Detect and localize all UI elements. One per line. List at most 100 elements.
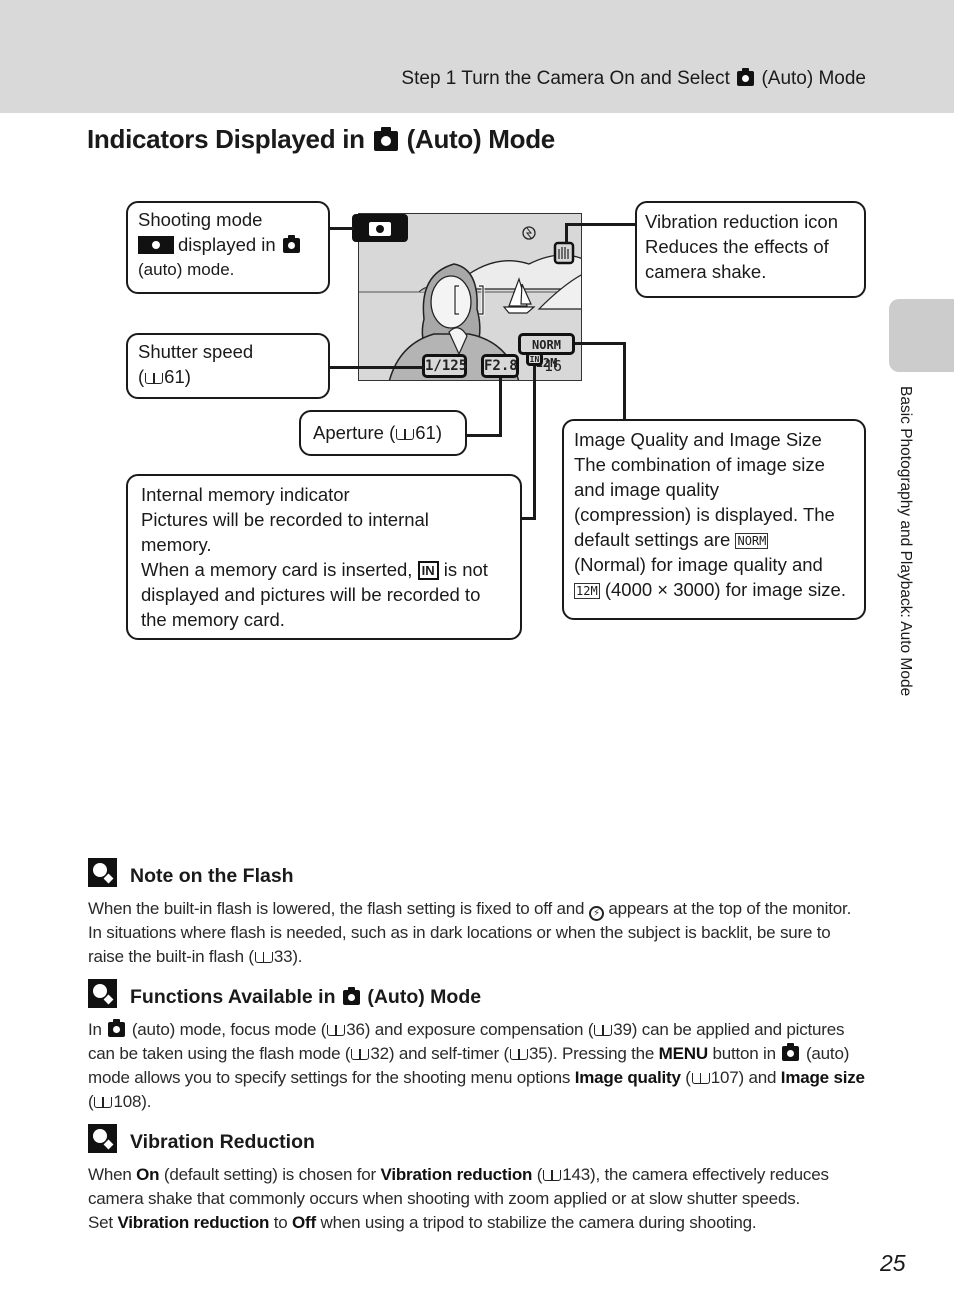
text-run: 108). — [113, 1092, 152, 1111]
book-reference-icon — [351, 1049, 370, 1060]
callout-text-part: (4000 × 3000) for image size. — [604, 579, 846, 600]
note-icon — [88, 979, 117, 1008]
page-reference: 33). — [273, 947, 303, 966]
callout-text-part: Aperture ( — [313, 422, 396, 443]
callout-internal-memory: Internal memory indicator Pictures will … — [126, 474, 522, 640]
internal-memory-icon: IN — [417, 561, 439, 580]
camera-auto-icon — [373, 127, 398, 151]
page-title: Indicators Displayed in (Auto) Mode — [87, 124, 555, 155]
page-reference: 61) — [164, 366, 191, 387]
callout-text: (auto) mode. — [138, 260, 235, 279]
camera-auto-icon — [782, 1043, 800, 1061]
running-head-text: Step 1 Turn the Camera On and Select — [401, 68, 730, 89]
book-reference-icon — [94, 1097, 113, 1108]
callout-text: Image Quality and Image Size — [574, 429, 822, 450]
page-title-mode: (Auto) Mode — [406, 124, 556, 154]
note-title: Note on the Flash — [130, 865, 294, 887]
book-reference-icon — [691, 1073, 710, 1084]
callout-text: Reduces the effects of — [645, 236, 829, 257]
callout-text: Aperture ( 61) — [313, 420, 455, 445]
note-body-functions: In (auto) mode, focus mode ( 36) and expo… — [88, 1018, 868, 1114]
connector-line — [533, 366, 536, 520]
note-paragraph: When On (default setting) is chosen for … — [88, 1163, 868, 1211]
callout-text: displayed and pictures will be recorded … — [141, 584, 481, 605]
callout-text: Shutter speed — [138, 341, 254, 362]
page-title-text: Indicators Displayed in — [87, 124, 365, 154]
callout-text-part: When a memory card is inserted, — [141, 559, 413, 580]
note-title: Vibration Reduction — [130, 1131, 315, 1153]
shooting-mode-icon — [138, 236, 174, 254]
chapter-tab — [889, 299, 954, 372]
note-icon — [88, 1124, 117, 1153]
text-run: to — [273, 1213, 288, 1232]
text-run: 35). Pressing the — [529, 1044, 655, 1063]
camera-auto-icon — [737, 68, 755, 86]
callout-text: Internal memory indicator — [141, 484, 350, 505]
note-paragraph: When the built-in flash is lowered, the … — [88, 897, 868, 969]
exposures-remaining: 16 — [544, 357, 563, 375]
menu-option-image-quality: Image quality — [574, 1068, 681, 1087]
note-heading-flash: Note on the Flash — [88, 858, 294, 888]
connector-line — [521, 517, 536, 520]
shutter-speed-indicator: 1/125 — [422, 354, 467, 378]
book-reference-icon — [254, 952, 273, 963]
shooting-mode-indicator — [352, 214, 408, 242]
text-run: button in — [712, 1044, 776, 1063]
connector-line — [565, 223, 568, 243]
book-reference-icon — [510, 1049, 529, 1060]
callout-text: default settings are NORM — [574, 527, 854, 552]
text-run: ( — [536, 1165, 543, 1184]
menu-option-image-size: Image size — [780, 1068, 865, 1087]
callout-image-quality-size: Image Quality and Image Size The combina… — [562, 419, 866, 620]
text-run: When the built-in flash is lowered, the … — [88, 899, 585, 918]
page-reference: 61) — [415, 422, 443, 443]
internal-memory-indicator: IN — [526, 352, 543, 366]
callout-text: Vibration reduction icon — [645, 211, 839, 232]
callout-text: the memory card. — [141, 609, 285, 630]
aperture-indicator: F2.8 — [481, 354, 519, 378]
callout-text-part: displayed in — [178, 234, 276, 255]
image-size-12m-icon: 12M — [574, 583, 600, 599]
text-run: ( — [88, 1092, 94, 1111]
note-heading-functions: Functions Available in (Auto) Mode — [88, 979, 481, 1009]
text-run: when using a tripod to stabilize the cam… — [320, 1213, 757, 1232]
text-run: (auto) mode, focus mode ( — [131, 1020, 327, 1039]
setting-on: On — [136, 1165, 160, 1184]
callout-text: 12M (4000 × 3000) for image size. — [574, 577, 854, 602]
book-reference-icon — [396, 429, 415, 440]
connector-line — [330, 227, 354, 230]
page-number: 25 — [880, 1250, 906, 1276]
image-quality-value: NORM — [532, 338, 561, 352]
note-body-vibration: When On (default setting) is chosen for … — [88, 1163, 868, 1235]
note-title-mode: (Auto) Mode — [367, 986, 482, 1008]
callout-text: When a memory card is inserted, IN is no… — [141, 557, 510, 582]
book-reference-icon — [327, 1025, 346, 1036]
connector-line — [467, 434, 502, 437]
callout-text: camera shake. — [645, 261, 767, 282]
running-head: Step 1 Turn the Camera On and Select (Au… — [401, 68, 866, 90]
note-heading-vibration: Vibration Reduction — [88, 1124, 315, 1154]
callout-shooting-mode: Shooting mode displayed in (auto) mode. — [126, 201, 330, 294]
callout-text: (Normal) for image quality and — [574, 554, 823, 575]
callout-text-part: ( — [138, 366, 145, 387]
image-quality-normal-icon: NORM — [735, 533, 769, 549]
menu-option-vibration-reduction: Vibration reduction — [117, 1213, 270, 1232]
note-icon — [88, 858, 117, 887]
text-run: When — [88, 1165, 132, 1184]
chapter-label: Basic Photography and Playback: Auto Mod… — [897, 386, 914, 697]
note-body-flash: When the built-in flash is lowered, the … — [88, 897, 868, 969]
callout-text: memory. — [141, 534, 212, 555]
text-run: 36) and exposure compensation ( — [346, 1020, 594, 1039]
book-reference-icon — [543, 1170, 562, 1181]
camera-auto-icon — [282, 235, 300, 253]
callout-text-part: default settings are — [574, 529, 731, 550]
text-run: In — [88, 1020, 102, 1039]
callout-text: Pictures will be recorded to internal — [141, 509, 429, 530]
note-title: Functions Available in — [130, 986, 336, 1008]
connector-line — [623, 342, 626, 420]
note-paragraph: Set Vibration reduction to Off when usin… — [88, 1211, 868, 1235]
running-head-mode: (Auto) Mode — [761, 68, 866, 89]
callout-text: (compression) is displayed. The — [574, 504, 835, 525]
connector-line — [499, 378, 502, 437]
text-run: 107) and — [710, 1068, 777, 1087]
